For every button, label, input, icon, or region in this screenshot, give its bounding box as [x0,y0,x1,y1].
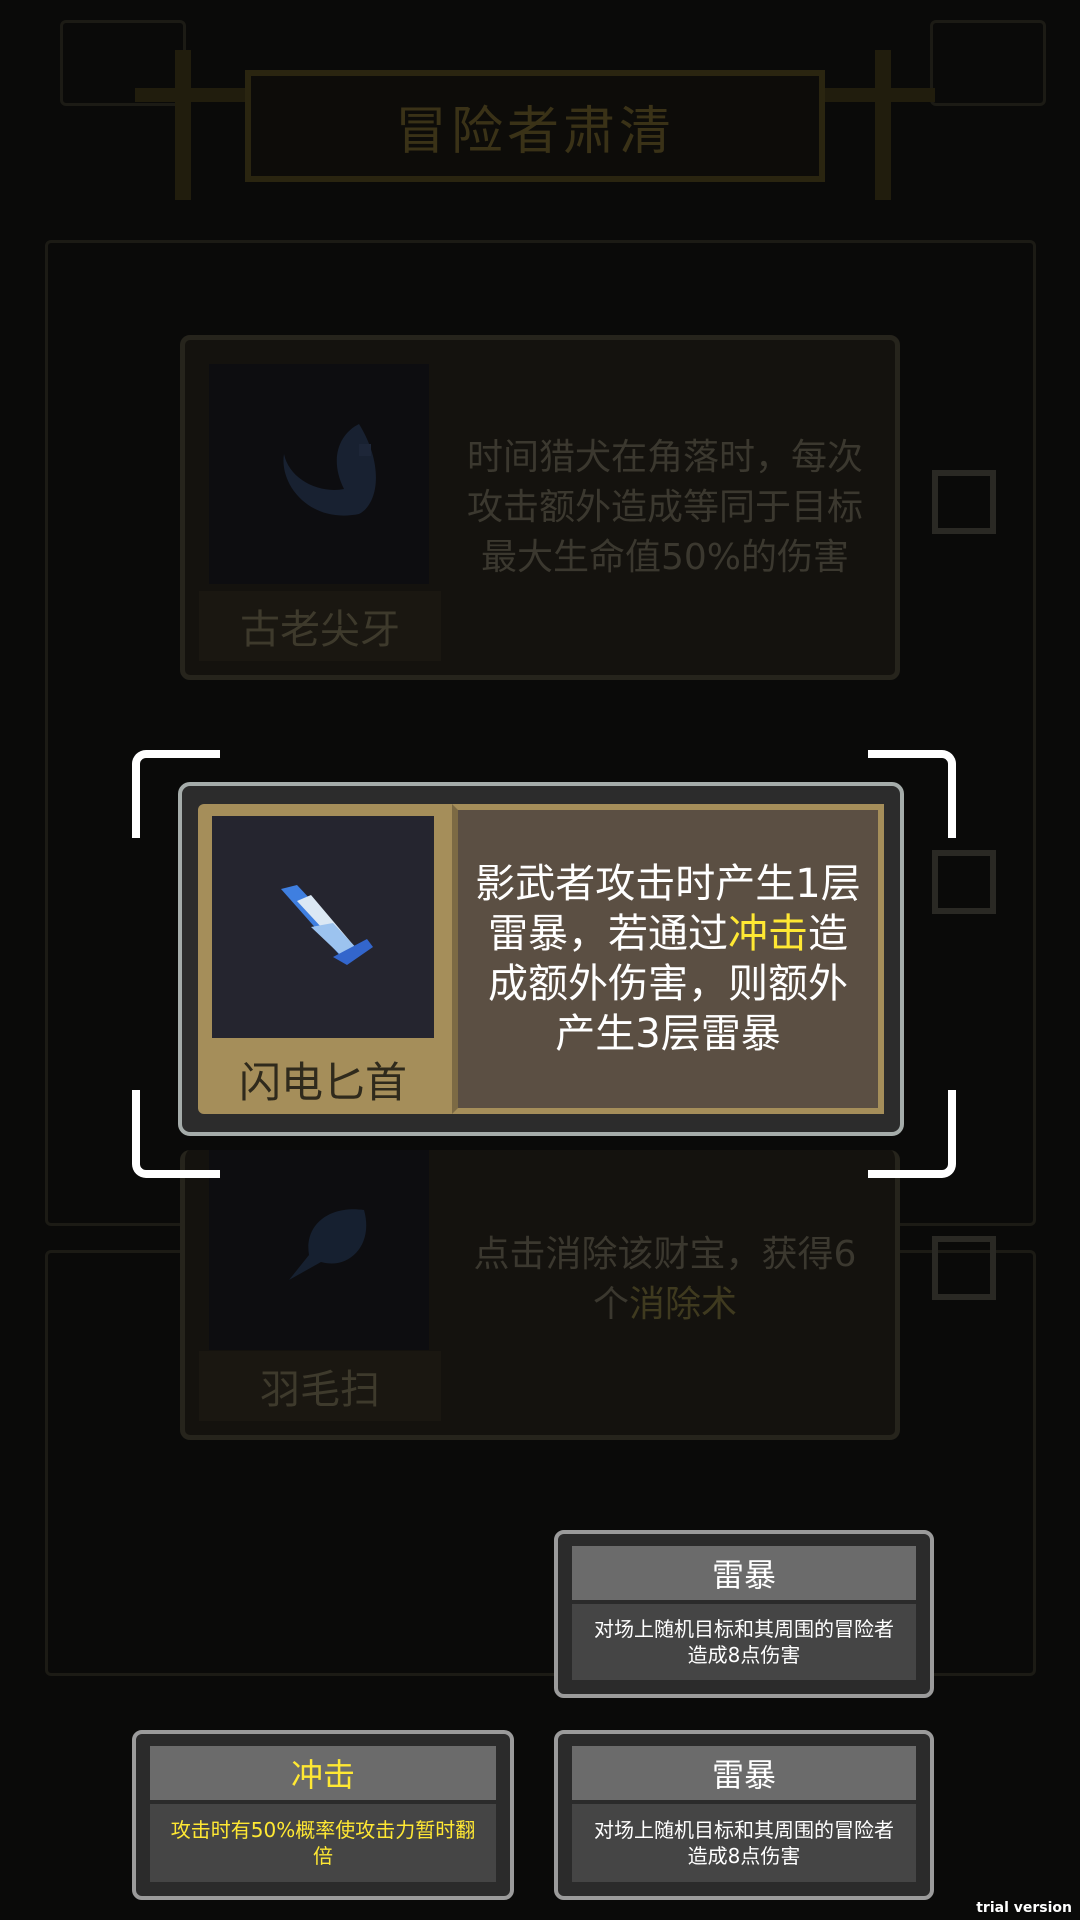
fang-icon [209,364,429,584]
feather-duster-icon [209,1150,429,1350]
card-description: 时间猎犬在角落时，每次攻击额外造成等同于目标最大生命值50%的伤害 [466,436,863,578]
keyword-impact[interactable]: 冲击 [728,911,808,957]
card-name: 古老尖牙 [240,607,400,653]
card-name-box: 羽毛扫 [199,1351,441,1421]
page-title: 冒险者肃清 [394,101,675,162]
treasure-card-3[interactable]: 羽毛扫 点击消除该财宝，获得6个消除术 [180,1150,900,1440]
card-inner: 闪电匕首 影武者攻击时产生1层雷暴，若通过冲击造成额外伤害，则额外产生3层雷暴 [198,804,884,1114]
lock-icon [932,850,996,914]
banner-beam-left [135,88,245,102]
tooltip-text: 攻击时有50%概率使攻击力暂时翻倍 [150,1804,496,1882]
banner-post-left [175,50,191,200]
watermark: trial version [976,1900,1072,1916]
banner-beam-right [825,88,935,102]
card-name: 羽毛扫 [260,1367,380,1413]
tooltip-text: 对场上随机目标和其周围的冒险者造成8点伤害 [572,1604,916,1680]
banner-post-right [875,50,891,200]
card-name-box: 古老尖牙 [199,591,441,661]
keyword-dispel[interactable]: 消除术 [629,1284,737,1325]
treasure-card-1[interactable]: 古老尖牙 时间猎犬在角落时，每次攻击额外造成等同于目标最大生命值50%的伤害 [180,335,900,680]
tooltip-title: 雷暴 [711,1756,776,1794]
tooltip-title: 雷暴 [711,1556,776,1594]
card-description: 点击消除该财宝，获得6个消除术 [473,1234,857,1325]
tooltip-text: 对场上随机目标和其周围的冒险者造成8点伤害 [572,1804,916,1882]
lightning-dagger-icon [212,816,434,1038]
tooltip-thunderstorm: 雷暴 对场上随机目标和其周围的冒险者造成8点伤害 [554,1530,934,1698]
top-right-button [930,20,1046,106]
tooltip-title: 冲击 [290,1756,355,1794]
lock-icon [932,1236,996,1300]
title-banner: 冒险者肃清 [245,70,825,182]
tooltip-thunderstorm: 雷暴 对场上随机目标和其周围的冒险者造成8点伤害 [554,1730,934,1900]
tooltip-impact: 冲击 攻击时有50%概率使攻击力暂时翻倍 [132,1730,514,1900]
card-name: 闪电匕首 [238,1057,407,1107]
card-name-box: 闪电匕首 [198,1044,448,1114]
treasure-card-2-selected[interactable]: 闪电匕首 影武者攻击时产生1层雷暴，若通过冲击造成额外伤害，则额外产生3层雷暴 [178,782,904,1136]
lock-icon [932,470,996,534]
card-description: 影武者攻击时产生1层雷暴，若通过冲击造成额外伤害，则额外产生3层雷暴 [452,804,884,1114]
